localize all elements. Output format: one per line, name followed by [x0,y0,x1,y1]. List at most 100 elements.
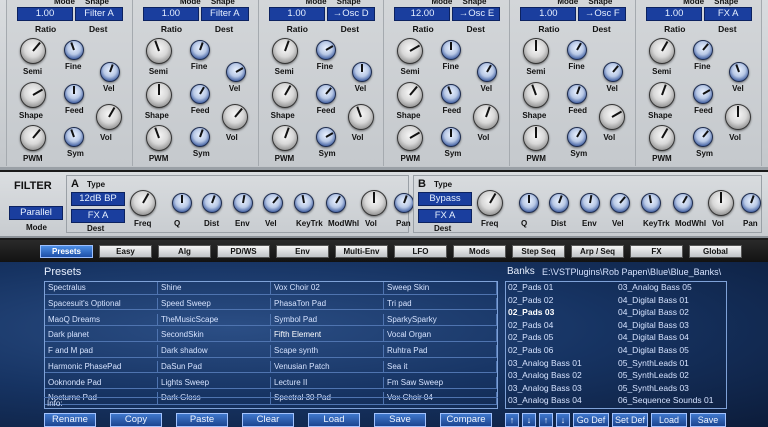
tab-env[interactable]: Env [276,244,329,258]
bank-load-button[interactable]: Load [651,413,687,427]
preset-item[interactable]: F and M pad [45,345,158,358]
osc-shape-knob[interactable] [271,82,298,108]
osc-dest-select[interactable]: →Osc F [578,7,627,21]
preset-item[interactable]: Vocal Organ [384,329,497,342]
bank-item[interactable]: 02_Pads 04 [506,320,616,332]
osc-ratio-field[interactable]: 1.00 [142,7,199,21]
osc-pwm-knob[interactable] [649,125,676,151]
preset-item[interactable]: Sweep Skin [384,282,497,295]
osc-dest-select[interactable]: Filter A [75,7,123,21]
osc-pwm-knob[interactable] [20,125,46,151]
filter-a-pan-knob[interactable] [394,193,414,213]
preset-item[interactable]: Speed Sweep [158,297,271,311]
osc-ratio-field[interactable]: 1.00 [520,7,577,21]
osc-vol-knob[interactable] [725,104,752,130]
osc-shape-knob[interactable] [20,82,46,108]
osc-feed-knob[interactable] [64,84,84,104]
tab-mods[interactable]: Mods [453,244,506,258]
bank-item[interactable]: 04_Digital Bass 02 [616,307,726,319]
bank-item[interactable]: 02_Pads 05 [506,332,616,344]
osc-semi-knob[interactable] [523,38,550,64]
osc-feed-knob[interactable] [441,84,462,104]
osc-vol-knob[interactable] [599,104,626,130]
filter-a-env-knob[interactable] [233,193,253,213]
preset-item[interactable]: PhasaTon Pad [271,297,384,311]
preset-item[interactable]: Shine [158,282,271,295]
bank-item[interactable]: 05_SynthLeads 02 [616,370,726,382]
preset-item[interactable]: Harmonic PhasePad [45,360,158,374]
bank-item[interactable]: 03_Analog Bass 04 [506,395,616,407]
osc-vol-knob[interactable] [221,104,248,130]
filter-a-dest-select[interactable]: FX A [71,209,125,223]
tab-lfo[interactable]: LFO [394,244,447,258]
osc-pwm-knob[interactable] [271,125,298,151]
osc-fine-knob[interactable] [441,40,462,60]
bank-item[interactable]: 04_Digital Bass 03 [616,320,726,332]
bank-move-up-button[interactable]: ↑ [539,413,553,427]
filter-a-keytrk-knob[interactable] [294,193,314,213]
osc-ratio-field[interactable]: 1.00 [268,7,325,21]
preset-item[interactable]: Spectralus [45,282,158,295]
preset-item[interactable]: Symbol Pad [271,313,384,326]
preset-item[interactable]: Spacesuit's Optional [45,297,158,311]
preset-item[interactable]: Fifth Element [271,329,384,342]
osc-ratio-field[interactable]: 12.00 [394,7,451,21]
osc-vel-knob[interactable] [729,62,750,82]
osc-dest-select[interactable]: →Osc E [452,7,501,21]
preset-load-button[interactable]: Load [308,413,360,427]
osc-sym-knob[interactable] [315,127,336,147]
filter-a-q-knob[interactable] [172,193,192,213]
filter-mode-select[interactable]: Parallel [9,206,63,220]
bank-item[interactable]: 02_Pads 06 [506,345,616,357]
osc-vel-knob[interactable] [477,62,498,82]
preset-compare-button[interactable]: Compare [440,413,492,427]
preset-item[interactable]: Fm Saw Sweep [384,376,497,389]
filter-b-freq-knob[interactable] [477,190,503,216]
preset-item[interactable]: SparkySparky [384,313,497,326]
osc-dest-select[interactable]: Filter A [200,7,249,21]
filter-a-type-select[interactable]: 12dB BP [71,192,125,206]
bank-item[interactable]: 02_Pads 03 [506,307,616,319]
bank-down-button[interactable]: ↓ [522,413,536,427]
osc-vol-knob[interactable] [96,104,122,130]
osc-pwm-knob[interactable] [145,125,172,151]
filter-b-dist-knob[interactable] [549,193,569,213]
preset-copy-button[interactable]: Copy [110,413,162,427]
tab-multi-env[interactable]: Multi-Env [335,244,388,258]
osc-semi-knob[interactable] [271,38,298,64]
osc-semi-knob[interactable] [20,38,46,64]
bank-save-button[interactable]: Save [690,413,726,427]
tab-presets[interactable]: Presets [40,244,93,258]
preset-item[interactable]: DaSun Pad [158,360,271,374]
osc-semi-knob[interactable] [145,38,172,64]
osc-feed-knob[interactable] [567,84,588,104]
bank-item[interactable]: 05_SynthLeads 01 [616,358,726,370]
filter-b-env-knob[interactable] [580,193,600,213]
preset-rename-button[interactable]: Rename [44,413,96,427]
osc-shape-knob[interactable] [145,82,172,108]
tab-easy[interactable]: Easy [99,244,152,258]
bank-item[interactable]: 03_Analog Bass 03 [506,383,616,395]
osc-ratio-field[interactable]: 1.00 [17,7,73,21]
osc-fine-knob[interactable] [189,40,210,60]
preset-save-button[interactable]: Save [374,413,426,427]
osc-fine-knob[interactable] [64,40,84,60]
filter-b-keytrk-knob[interactable] [641,193,661,213]
filter-a-modwhl-knob[interactable] [326,193,346,213]
osc-semi-knob[interactable] [397,38,424,64]
osc-feed-knob[interactable] [693,84,714,104]
tab-fx[interactable]: FX [630,244,683,258]
go-default-button[interactable]: Go Def [573,413,609,427]
osc-vel-knob[interactable] [100,62,120,82]
preset-item[interactable]: Vox Choir 02 [271,282,384,295]
preset-item[interactable]: Ruhtra Pad [384,345,497,358]
preset-item[interactable]: Tri pad [384,297,497,311]
osc-pwm-knob[interactable] [397,125,424,151]
preset-item[interactable]: Sea it [384,360,497,374]
filter-b-pan-knob[interactable] [741,193,761,213]
preset-paste-button[interactable]: Paste [176,413,228,427]
tab-alg[interactable]: Alg [158,244,211,258]
osc-vel-knob[interactable] [603,62,624,82]
filter-b-vol-knob[interactable] [708,190,734,216]
osc-dest-select[interactable]: →Osc D [326,7,375,21]
